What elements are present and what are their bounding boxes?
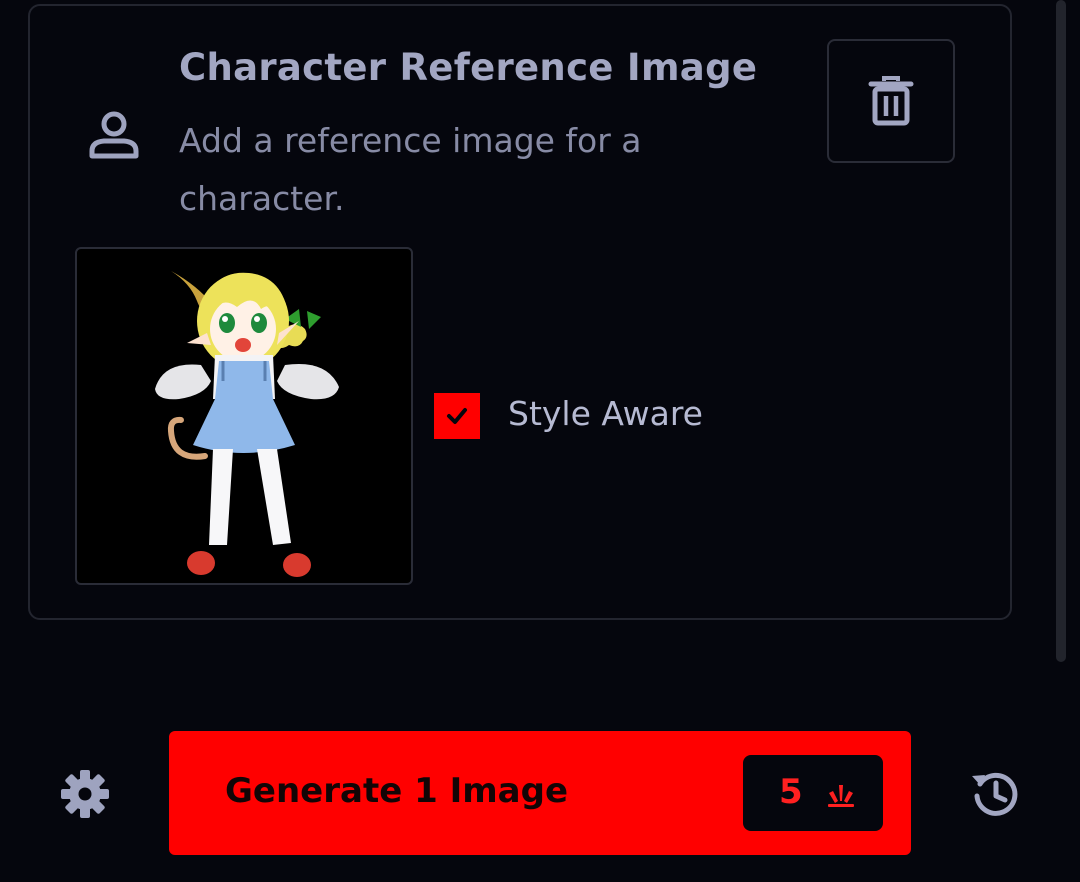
delete-button[interactable] bbox=[827, 39, 955, 163]
history-icon[interactable] bbox=[968, 766, 1024, 822]
cost-badge: 5 bbox=[743, 755, 883, 831]
trash-icon bbox=[868, 76, 914, 126]
style-aware-label: Style Aware bbox=[508, 394, 703, 433]
check-icon bbox=[447, 408, 467, 424]
reference-image-thumbnail[interactable] bbox=[75, 247, 413, 585]
character-illustration bbox=[155, 271, 339, 577]
card-subtitle: Add a reference image for a character. bbox=[179, 121, 642, 218]
person-icon bbox=[89, 111, 139, 159]
generate-button[interactable]: Generate 1 Image 5 bbox=[169, 731, 911, 855]
card-title: Character Reference Image bbox=[179, 46, 758, 89]
gear-icon[interactable] bbox=[57, 766, 113, 822]
scrollbar[interactable] bbox=[1056, 0, 1066, 662]
generate-label: Generate 1 Image bbox=[225, 771, 569, 811]
style-aware-checkbox[interactable] bbox=[434, 393, 480, 439]
cost-value: 5 bbox=[779, 772, 803, 812]
spark-icon bbox=[828, 785, 854, 807]
